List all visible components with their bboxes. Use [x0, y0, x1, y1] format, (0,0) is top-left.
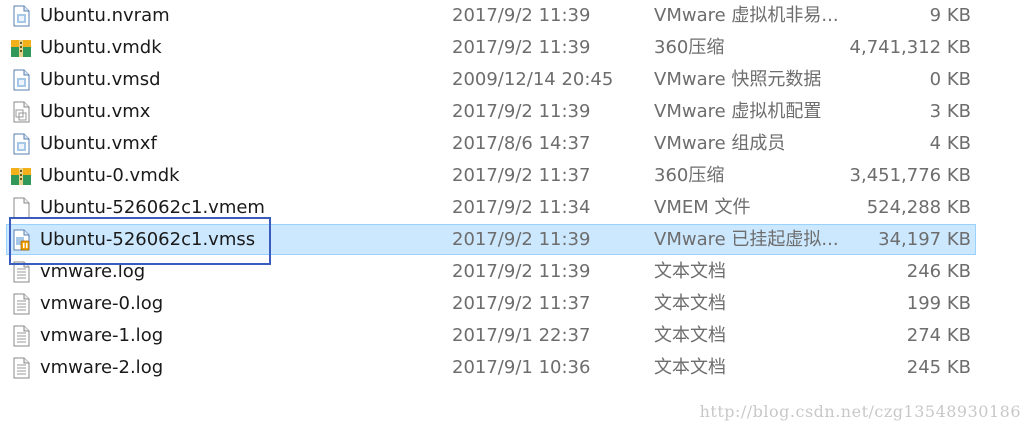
file-size: 524,288 KB: [866, 197, 971, 218]
file-date-modified: 2017/9/2 11:39: [452, 5, 591, 26]
file-size: 246 KB: [906, 261, 971, 282]
file-size: 4 KB: [929, 133, 971, 154]
vm-config-icon: [10, 101, 32, 123]
file-date-modified: 2017/9/2 11:37: [452, 293, 591, 314]
file-type: VMware 已挂起虚拟...: [654, 229, 839, 250]
file-row[interactable]: Ubuntu.vmx 2017/9/2 11:39 VMware 虚拟机配置 3 KB: [0, 96, 1031, 128]
file-date-modified: 2017/9/2 11:39: [452, 261, 591, 282]
text-file-icon: [10, 325, 32, 347]
file-row[interactable]: Ubuntu-0.vmdk 2017/9/2 11:37 360压缩 3,451,77…: [0, 160, 1031, 192]
archive-icon: [10, 37, 32, 59]
file-row[interactable]: vmware-0.log 2017/9/2 11:37 文本文档 199 KB: [0, 288, 1031, 320]
file-size: 0 KB: [929, 69, 971, 90]
file-type: 360压缩: [654, 165, 725, 186]
file-name: vmware-2.log: [40, 357, 164, 378]
file-row[interactable]: Ubuntu.vmdk 2017/9/2 11:39 360压缩 4,741,312 …: [0, 32, 1031, 64]
vmware-doc-icon: [10, 133, 32, 155]
file-type: 文本文档: [654, 261, 726, 282]
file-row[interactable]: Ubuntu.vmxf 2017/8/6 14:37 VMware 组成员 4 KB: [0, 128, 1031, 160]
file-name: vmware-0.log: [40, 293, 164, 314]
file-name: Ubuntu-0.vmdk: [40, 165, 180, 186]
annotation-highlight-box: [9, 217, 271, 265]
file-row[interactable]: Ubuntu.vmsd 2009/12/14 20:45 VMware 快照元数据 0…: [0, 64, 1031, 96]
file-type: VMware 快照元数据: [654, 69, 822, 90]
vmware-doc-icon: [10, 69, 32, 91]
file-date-modified: 2017/9/2 11:37: [452, 165, 591, 186]
file-size: 9 KB: [929, 5, 971, 26]
file-type: 文本文档: [654, 325, 726, 346]
file-size: 34,197 KB: [878, 229, 971, 250]
vmware-doc-icon: [10, 5, 32, 27]
watermark: http://blog.csdn.net/czg13548930186: [699, 402, 1021, 421]
file-name: Ubuntu.vmsd: [40, 69, 161, 90]
file-name: vmware-1.log: [40, 325, 164, 346]
file-row[interactable]: vmware-1.log 2017/9/1 22:37 文本文档 274 KB: [0, 320, 1031, 352]
blank-file-icon: [10, 197, 32, 219]
file-name: Ubuntu.vmdk: [40, 37, 162, 58]
file-size: 274 KB: [906, 325, 971, 346]
file-type: VMware 组成员: [654, 133, 786, 154]
file-name: Ubuntu.nvram: [40, 5, 170, 26]
file-date-modified: 2017/9/2 11:39: [452, 101, 591, 122]
file-type: VMEM 文件: [654, 197, 751, 218]
file-size: 4,741,312 KB: [849, 37, 971, 58]
file-row[interactable]: vmware-2.log 2017/9/1 10:36 文本文档 245 KB: [0, 352, 1031, 384]
file-row[interactable]: Ubuntu.nvram 2017/9/2 11:39 VMware 虚拟机非易..…: [0, 0, 1031, 32]
file-date-modified: 2017/9/2 11:39: [452, 229, 591, 250]
file-type: VMware 虚拟机非易...: [654, 5, 839, 26]
file-date-modified: 2009/12/14 20:45: [452, 69, 614, 90]
file-size: 199 KB: [906, 293, 971, 314]
file-type: 360压缩: [654, 37, 725, 58]
file-list: Ubuntu.nvram 2017/9/2 11:39 VMware 虚拟机非易..…: [0, 0, 1031, 384]
file-date-modified: 2017/9/1 10:36: [452, 357, 591, 378]
text-file-icon: [10, 293, 32, 315]
file-type: VMware 虚拟机配置: [654, 101, 822, 122]
file-size: 3,451,776 KB: [849, 165, 971, 186]
file-date-modified: 2017/8/6 14:37: [452, 133, 591, 154]
file-size: 245 KB: [906, 357, 971, 378]
file-name: Ubuntu.vmx: [40, 101, 151, 122]
text-file-icon: [10, 357, 32, 379]
file-size: 3 KB: [929, 101, 971, 122]
file-type: 文本文档: [654, 357, 726, 378]
file-date-modified: 2017/9/1 22:37: [452, 325, 591, 346]
archive-icon: [10, 165, 32, 187]
file-date-modified: 2017/9/2 11:39: [452, 37, 591, 58]
file-name: Ubuntu.vmxf: [40, 133, 157, 154]
file-date-modified: 2017/9/2 11:34: [452, 197, 591, 218]
file-type: 文本文档: [654, 293, 726, 314]
